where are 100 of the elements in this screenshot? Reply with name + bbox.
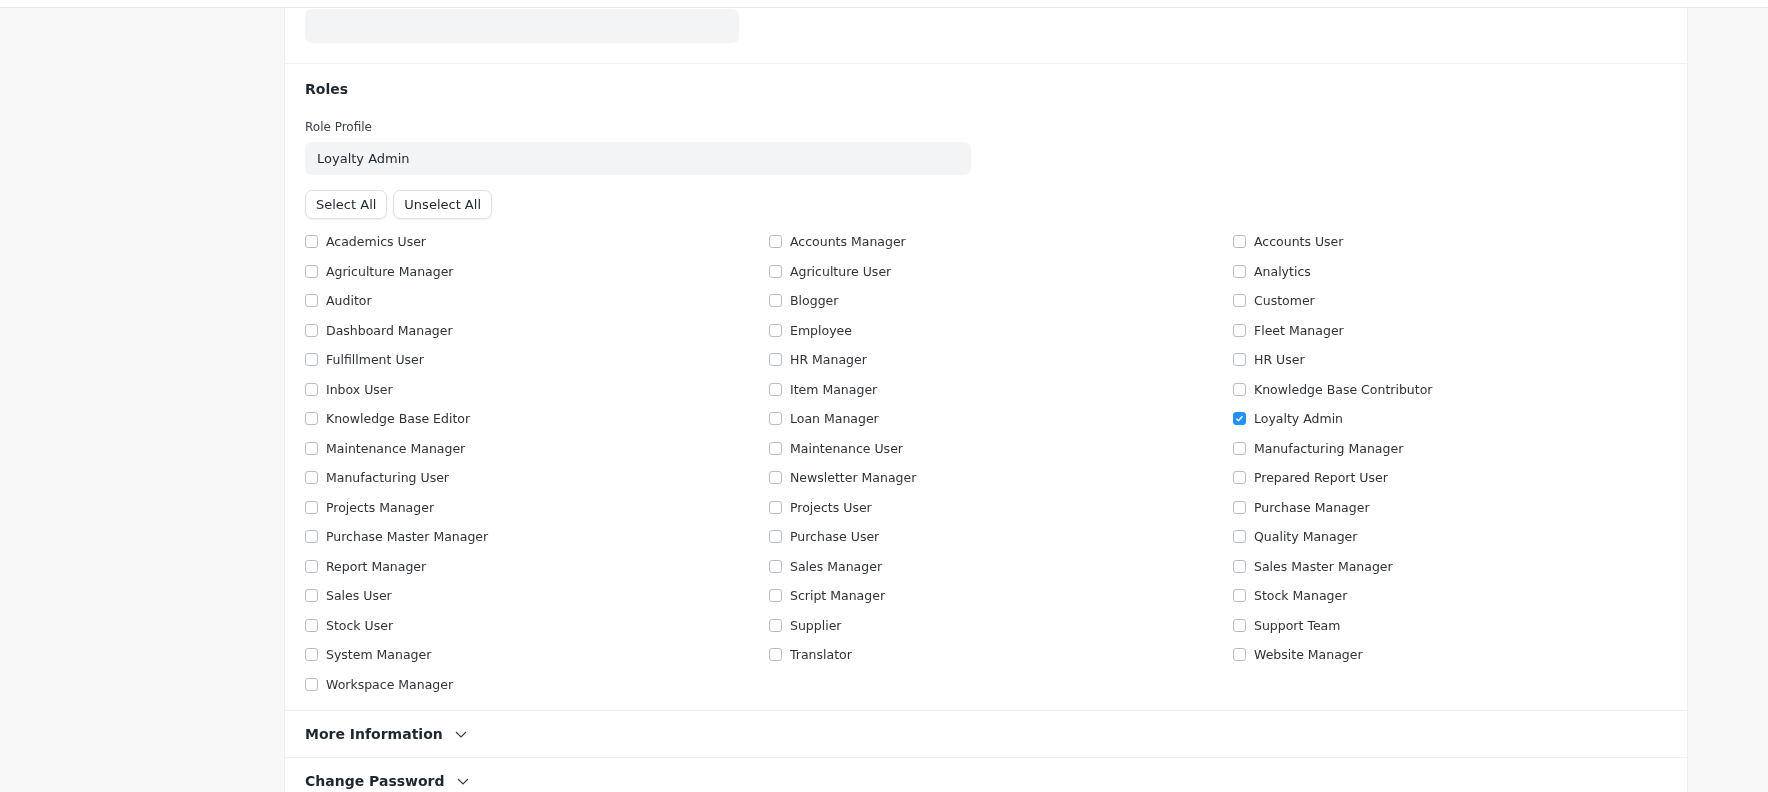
checkbox[interactable]	[769, 559, 782, 573]
role-profile-field[interactable]: Loyalty Admin	[305, 142, 971, 175]
checkbox[interactable]	[1233, 353, 1246, 367]
checkbox[interactable]	[305, 264, 318, 278]
input-field[interactable]	[305, 9, 739, 43]
role-label: Accounts User	[1254, 234, 1344, 250]
role-label: Stock User	[326, 617, 394, 633]
role-label: Manufacturing Manager	[1254, 440, 1404, 456]
checkbox[interactable]	[305, 294, 318, 308]
role-label: Projects User	[790, 499, 872, 515]
role-label: Sales Master Manager	[1254, 558, 1393, 574]
role-label: Agriculture Manager	[326, 263, 454, 279]
role-label: Maintenance User	[790, 440, 903, 456]
role-label: Customer	[1254, 293, 1315, 309]
checkbox[interactable]	[305, 648, 318, 662]
role-label: Support Team	[1254, 617, 1341, 633]
role-label: Analytics	[1254, 263, 1311, 279]
checkbox[interactable]	[769, 323, 782, 337]
unselect-all-button[interactable]: Unselect All	[393, 190, 492, 219]
checkbox[interactable]	[769, 264, 782, 278]
checkbox[interactable]	[769, 235, 782, 249]
checkbox[interactable]	[769, 500, 782, 514]
role-label: Loyalty Admin	[1254, 411, 1344, 427]
role-label: Supplier	[790, 617, 842, 633]
checkbox[interactable]	[769, 471, 782, 485]
section-heading[interactable]: Change Password	[305, 773, 445, 789]
checkbox[interactable]	[1233, 441, 1246, 455]
role-label: Projects Manager	[326, 499, 435, 515]
checkbox[interactable]	[769, 648, 782, 662]
checkbox[interactable]	[305, 353, 318, 367]
role-label: Prepared Report User	[1254, 470, 1388, 486]
role-label: Sales User	[326, 588, 392, 604]
section-heading[interactable]: More Information	[305, 726, 443, 742]
chevron-down-icon[interactable]	[454, 730, 467, 738]
checkbox[interactable]	[769, 618, 782, 632]
role-label: HR Manager	[790, 352, 867, 368]
checkbox[interactable]	[305, 441, 318, 455]
checkbox[interactable]	[769, 353, 782, 367]
role-label: Maintenance Manager	[326, 440, 466, 456]
checkbox[interactable]	[1233, 235, 1246, 249]
role-label: Inbox User	[326, 381, 393, 397]
checkbox[interactable]	[1233, 471, 1246, 485]
role-label: Academics User	[326, 234, 426, 250]
checkbox[interactable]	[305, 235, 318, 249]
field-label: Role Profile	[305, 120, 373, 135]
check-icon	[1235, 414, 1244, 424]
checkbox[interactable]	[1233, 412, 1246, 426]
checkbox[interactable]	[305, 530, 318, 544]
chevron-down-icon[interactable]	[456, 777, 469, 785]
checkbox[interactable]	[1233, 294, 1246, 308]
checkbox[interactable]	[305, 677, 318, 691]
checkbox[interactable]	[305, 323, 318, 337]
role-label: Accounts Manager	[790, 234, 906, 250]
role-label: Sales Manager	[790, 558, 883, 574]
role-label: Manufacturing User	[326, 470, 449, 486]
checkbox[interactable]	[769, 530, 782, 544]
checkbox[interactable]	[305, 412, 318, 426]
checkbox[interactable]	[1233, 500, 1246, 514]
role-label: Employee	[790, 322, 852, 338]
role-label: Stock Manager	[1254, 588, 1348, 604]
role-label: Purchase Manager	[1254, 499, 1370, 515]
checkbox[interactable]	[305, 500, 318, 514]
checkbox[interactable]	[1233, 618, 1246, 632]
role-label: Blogger	[790, 293, 839, 309]
checkbox[interactable]	[1233, 323, 1246, 337]
role-label: Knowledge Base Contributor	[1254, 381, 1433, 397]
checkbox[interactable]	[1233, 559, 1246, 573]
checkbox[interactable]	[305, 618, 318, 632]
select-all-button[interactable]: Select All	[305, 190, 388, 219]
role-label: Auditor	[326, 293, 372, 309]
role-label: Translator	[790, 647, 852, 663]
checkbox[interactable]	[1233, 648, 1246, 662]
role-label: Agriculture User	[790, 263, 892, 279]
role-label: Loan Manager	[790, 411, 879, 427]
role-label: Fleet Manager	[1254, 322, 1344, 338]
role-label: Dashboard Manager	[326, 322, 453, 338]
checkbox[interactable]	[305, 559, 318, 573]
role-label: Script Manager	[790, 588, 886, 604]
role-label: Item Manager	[790, 381, 878, 397]
checkbox[interactable]	[769, 412, 782, 426]
role-label: Quality Manager	[1254, 529, 1358, 545]
checkbox[interactable]	[769, 294, 782, 308]
checkbox[interactable]	[305, 382, 318, 396]
checkbox[interactable]	[1233, 530, 1246, 544]
role-label: Purchase User	[790, 529, 880, 545]
checkbox[interactable]	[769, 589, 782, 603]
checkbox[interactable]	[1233, 589, 1246, 603]
role-label: Website Manager	[1254, 647, 1363, 663]
checkbox[interactable]	[769, 441, 782, 455]
role-label: System Manager	[326, 647, 432, 663]
role-label: HR User	[1254, 352, 1305, 368]
role-label: Purchase Master Manager	[326, 529, 489, 545]
role-label: Knowledge Base Editor	[326, 411, 471, 427]
checkbox[interactable]	[1233, 264, 1246, 278]
role-label: Report Manager	[326, 558, 427, 574]
section-heading: Roles	[305, 80, 350, 99]
checkbox[interactable]	[1233, 382, 1246, 396]
checkbox[interactable]	[305, 589, 318, 603]
checkbox[interactable]	[769, 382, 782, 396]
checkbox[interactable]	[305, 471, 318, 485]
